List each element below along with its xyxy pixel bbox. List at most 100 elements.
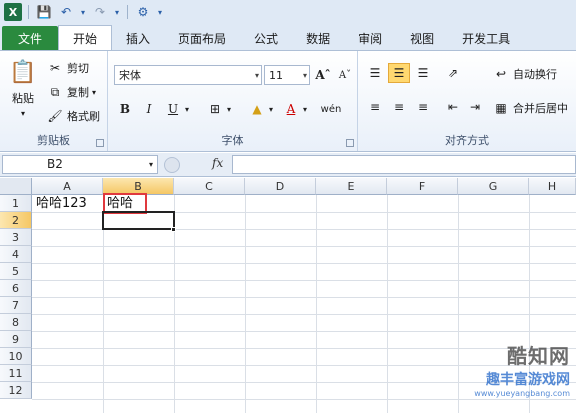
phonetic-guide-icon[interactable]: wén	[320, 99, 342, 119]
quick-access-toolbar: X 💾 ↶ ▾ ↷ ▾ ⚙ ▾	[0, 0, 576, 24]
grow-font-icon[interactable]: Aˆ	[312, 65, 334, 85]
tab-developer[interactable]: 开发工具	[448, 26, 524, 50]
bold-button[interactable]: B	[114, 99, 136, 119]
chevron-down-icon: ▾	[20, 109, 25, 118]
cut-button[interactable]: ✂ 剪切	[46, 59, 89, 77]
active-cell-b2[interactable]	[102, 211, 175, 230]
column-header-f[interactable]: F	[387, 178, 458, 195]
row-header-12[interactable]: 12	[0, 382, 32, 399]
align-middle-icon[interactable]: ☰	[388, 63, 410, 83]
orientation-icon[interactable]: ⇗	[442, 63, 464, 83]
column-header-c[interactable]: C	[174, 178, 245, 195]
grid-line	[32, 314, 576, 315]
grid-line	[32, 280, 576, 281]
name-box[interactable]: B2 ▾	[2, 155, 158, 174]
border-icon[interactable]: ⊞	[204, 99, 226, 119]
customize-toolbar-icon[interactable]: ▾	[156, 3, 164, 21]
column-header-h[interactable]: H	[529, 178, 576, 195]
chevron-down-icon[interactable]: ▾	[266, 99, 276, 119]
toolbar-separator	[28, 5, 29, 19]
italic-button[interactable]: I	[138, 99, 160, 119]
row-header-9[interactable]: 9	[0, 331, 32, 348]
decrease-indent-icon[interactable]: ⇤	[442, 97, 464, 117]
copy-button[interactable]: ⧉ 复制 ▾	[46, 83, 96, 101]
tab-page-layout[interactable]: 页面布局	[164, 26, 240, 50]
align-right-icon[interactable]: ≡	[412, 97, 434, 117]
tab-view[interactable]: 视图	[396, 26, 448, 50]
row-header-5[interactable]: 5	[0, 263, 32, 280]
font-name-combo[interactable]: 宋体 ▾	[114, 65, 262, 85]
name-box-value: B2	[47, 157, 63, 171]
toolbar-separator	[127, 5, 128, 19]
underline-button[interactable]: U	[162, 99, 184, 119]
font-launcher-icon[interactable]	[346, 139, 354, 147]
paste-icon: 📋	[9, 59, 37, 85]
align-top-icon[interactable]: ☰	[364, 63, 386, 83]
row-header-3[interactable]: 3	[0, 229, 32, 246]
format-painter-label: 格式刷	[67, 110, 100, 123]
chevron-down-icon[interactable]: ▾	[113, 3, 121, 21]
tab-insert[interactable]: 插入	[112, 26, 164, 50]
ribbon-tabs: 文件 开始 插入 页面布局 公式 数据 审阅 视图 开发工具	[0, 24, 576, 50]
chevron-down-icon: ▾	[92, 87, 97, 97]
select-all-button[interactable]	[0, 178, 32, 195]
tab-data[interactable]: 数据	[292, 26, 344, 50]
wrap-text-button[interactable]: ↩ 自动换行	[492, 65, 557, 83]
fill-color-icon[interactable]: ▲	[246, 99, 268, 119]
row-header-10[interactable]: 10	[0, 348, 32, 365]
align-bottom-icon[interactable]: ☰	[412, 63, 434, 83]
row-header-1[interactable]: 1	[0, 195, 32, 212]
column-header-e[interactable]: E	[316, 178, 387, 195]
chevron-down-icon[interactable]: ▾	[79, 3, 87, 21]
watermark-line-1: 酷知网	[507, 344, 570, 368]
insert-function-icon[interactable]: fx	[212, 156, 223, 170]
watermark: 酷知网 趣丰富游戏网 www.yueyangbang.com	[474, 340, 570, 398]
merge-center-label: 合并后居中	[513, 102, 568, 115]
tab-review[interactable]: 审阅	[344, 26, 396, 50]
tab-formulas[interactable]: 公式	[240, 26, 292, 50]
column-header-a[interactable]: A	[32, 178, 103, 195]
grid-line	[32, 399, 576, 400]
shrink-font-icon[interactable]: Aˇ	[334, 65, 356, 85]
clipboard-launcher-icon[interactable]	[96, 139, 104, 147]
grid-line	[458, 195, 459, 413]
clipboard-group-label: 剪贴板	[37, 134, 70, 147]
format-painter-button[interactable]: 🖌 格式刷	[46, 107, 100, 125]
font-color-icon[interactable]: A	[280, 99, 302, 119]
cell-a1[interactable]: 哈哈123	[33, 195, 87, 212]
excel-app-icon[interactable]: X	[4, 3, 22, 21]
wrap-text-label: 自动换行	[513, 68, 557, 81]
font-size-combo[interactable]: 11 ▾	[264, 65, 310, 85]
cut-label: 剪切	[67, 62, 89, 75]
row-header-4[interactable]: 4	[0, 246, 32, 263]
redo-icon[interactable]: ↷	[91, 3, 109, 21]
tab-file[interactable]: 文件	[2, 26, 58, 50]
column-header-d[interactable]: D	[245, 178, 316, 195]
expand-name-box-icon[interactable]	[164, 157, 180, 173]
row-header-6[interactable]: 6	[0, 280, 32, 297]
align-left-icon[interactable]: ≡	[364, 97, 386, 117]
align-center-icon[interactable]: ≡	[388, 97, 410, 117]
row-header-11[interactable]: 11	[0, 365, 32, 382]
scissors-icon: ✂	[49, 61, 61, 75]
wrap-text-icon: ↩	[495, 67, 507, 81]
fill-handle[interactable]	[171, 227, 176, 232]
merge-center-button[interactable]: ▦ 合并后居中	[492, 99, 568, 117]
tools-icon[interactable]: ⚙	[134, 3, 152, 21]
chevron-down-icon[interactable]: ▾	[300, 99, 310, 119]
save-icon[interactable]: 💾	[35, 3, 53, 21]
tab-home[interactable]: 开始	[58, 25, 113, 50]
grid-line	[32, 246, 576, 247]
paste-button[interactable]: 📋 粘贴 ▾	[6, 57, 40, 119]
chevron-down-icon[interactable]: ▾	[224, 99, 234, 119]
increase-indent-icon[interactable]: ⇥	[464, 97, 486, 117]
undo-icon[interactable]: ↶	[57, 3, 75, 21]
chevron-down-icon[interactable]: ▾	[182, 99, 192, 119]
formula-input[interactable]	[232, 155, 576, 174]
row-header-7[interactable]: 7	[0, 297, 32, 314]
merge-icon: ▦	[495, 101, 507, 115]
row-header-8[interactable]: 8	[0, 314, 32, 331]
chevron-down-icon: ▾	[148, 160, 153, 169]
column-header-g[interactable]: G	[458, 178, 529, 195]
row-header-2[interactable]: 2	[0, 212, 32, 229]
